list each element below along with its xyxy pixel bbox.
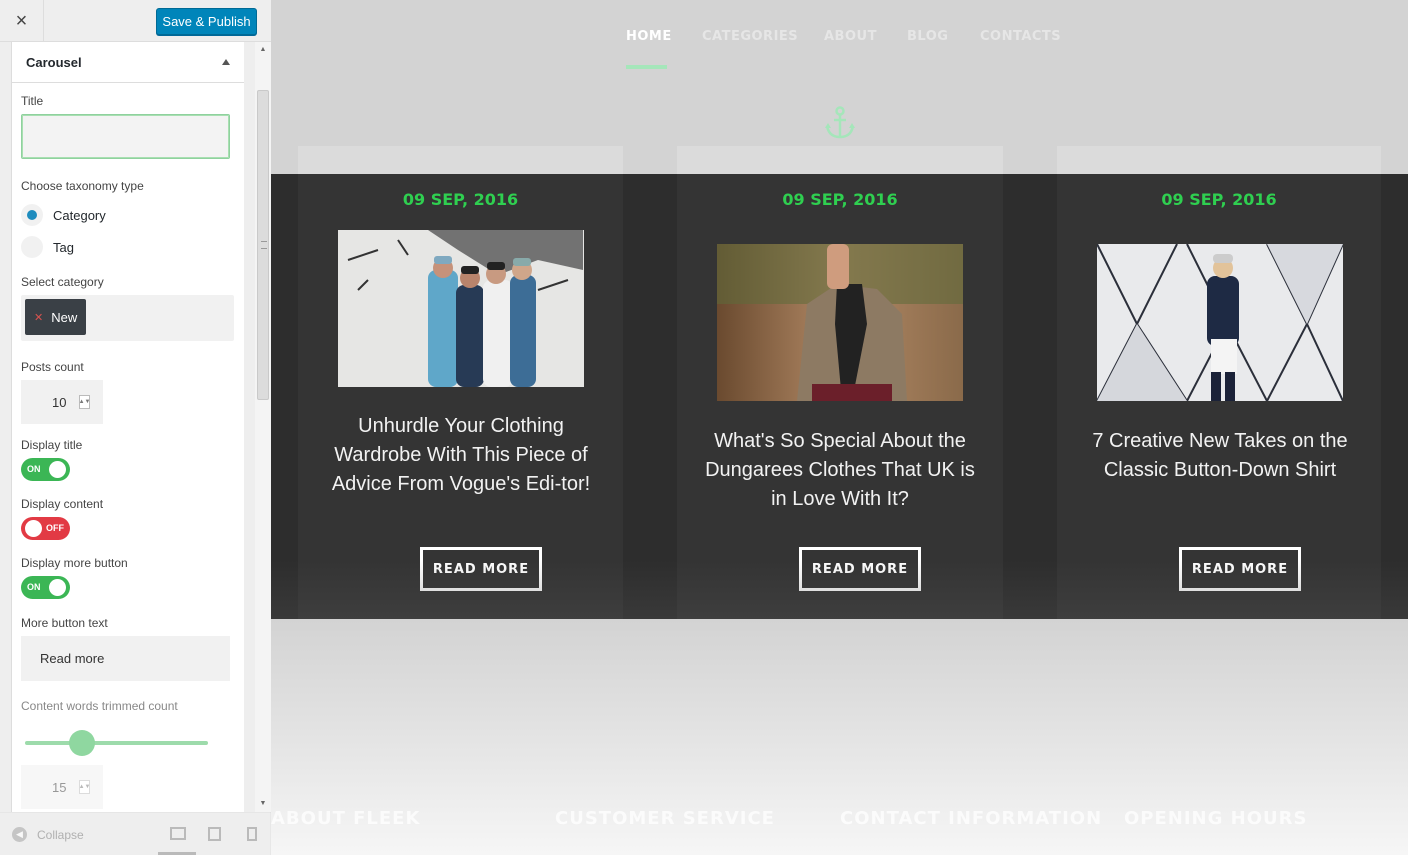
radio-tag-label: Tag — [53, 239, 74, 255]
card-top-shade — [677, 146, 1003, 174]
display-more-toggle[interactable]: ON — [21, 576, 70, 599]
scrollbar-thumb[interactable] — [257, 90, 269, 400]
nav-blog[interactable]: BLOG — [907, 29, 948, 44]
card-top-shade — [298, 146, 623, 174]
display-content-toggle[interactable]: OFF — [21, 517, 70, 540]
post-title[interactable]: What's So Special About the Dungarees Cl… — [699, 427, 981, 514]
footer-heading-hours: OPENING HOURS — [1124, 808, 1308, 829]
title-input[interactable] — [21, 114, 230, 159]
toggle-knob — [49, 461, 66, 478]
posts-count-input[interactable]: 10 ▲▼ — [21, 380, 103, 424]
toggle-knob — [25, 520, 42, 537]
carousel-panel: Carousel Title Choose taxonomy type Cate… — [11, 42, 244, 812]
post-card-3: 09 SEP, 2016 7 Creative New Takes on the… — [1057, 174, 1381, 619]
remove-icon[interactable]: ✕ — [34, 311, 43, 324]
collapse-arrow-icon: ◀ — [12, 827, 27, 842]
toggle-state: ON — [27, 464, 41, 474]
display-more-label: Display more button — [21, 556, 128, 570]
category-chip: ✕ New — [25, 299, 87, 335]
site-preview: HOME CATEGORIES ABOUT BLOG CONTACTS 09 S… — [271, 0, 1408, 855]
nav-home[interactable]: HOME — [626, 29, 672, 44]
footer-heading-customer-service: CUSTOMER SERVICE — [555, 808, 775, 829]
scroll-down-icon[interactable]: ▼ — [255, 798, 271, 810]
tablet-icon[interactable] — [208, 827, 221, 841]
footer-heading-contact: CONTACT INFORMATION — [840, 808, 1103, 829]
nav-about[interactable]: ABOUT — [824, 29, 877, 44]
toggle-knob — [49, 579, 66, 596]
toggle-state: ON — [27, 582, 41, 592]
section-title: Carousel — [26, 54, 82, 70]
band-fade — [271, 560, 1408, 619]
save-publish-button[interactable]: Save & Publish — [156, 8, 257, 35]
radio-button-checked[interactable] — [21, 204, 43, 226]
post-image[interactable] — [717, 244, 963, 401]
collapse-button[interactable]: ◀ Collapse — [12, 827, 84, 842]
posts-count-label: Posts count — [21, 360, 84, 374]
category-chip-label: New — [51, 309, 78, 325]
customizer-footer: ◀ Collapse — [0, 812, 271, 855]
footer-heading-about: ABOUT FLEEK — [271, 808, 421, 829]
post-image[interactable] — [1097, 244, 1343, 401]
post-title[interactable]: Unhurdle Your Clothing Wardrobe With Thi… — [320, 412, 602, 499]
caret-up-icon[interactable] — [222, 59, 230, 65]
anchor-icon — [825, 106, 855, 139]
nav-contacts[interactable]: CONTACTS — [980, 29, 1061, 44]
nav-active-underline — [626, 65, 667, 69]
more-text-input[interactable]: Read more — [21, 636, 230, 681]
scroll-up-icon[interactable]: ▲ — [255, 44, 271, 56]
taxonomy-label: Choose taxonomy type — [21, 179, 144, 193]
spinner-icon[interactable]: ▲▼ — [79, 780, 90, 794]
post-date: 09 SEP, 2016 — [402, 190, 519, 209]
category-select[interactable]: ✕ New — [21, 295, 234, 341]
card-top-shade — [1057, 146, 1381, 174]
panel-scrollbar[interactable]: ▲ ▼ — [255, 42, 271, 812]
display-title-toggle[interactable]: ON — [21, 458, 70, 481]
grip-icon — [261, 241, 267, 249]
collapse-label: Collapse — [37, 827, 84, 842]
category-label: Select category — [21, 275, 104, 289]
post-card-1: 09 SEP, 2016 Unhurdle Your Clothing Ward… — [298, 174, 623, 619]
customizer-sidebar: × Save & Publish Carousel Title Choose t… — [0, 0, 271, 855]
mobile-icon[interactable] — [247, 827, 257, 841]
radio-category[interactable]: Category — [21, 199, 235, 231]
section-header-carousel[interactable]: Carousel — [12, 42, 244, 83]
trim-label: Content words trimmed count — [21, 699, 178, 713]
post-date: 09 SEP, 2016 — [1161, 190, 1277, 209]
toggle-state: OFF — [46, 523, 64, 533]
title-label: Title — [21, 94, 44, 108]
main-nav: HOME CATEGORIES ABOUT BLOG CONTACTS — [271, 0, 1408, 75]
post-date: 09 SEP, 2016 — [782, 190, 898, 209]
trim-count-value: 15 — [52, 779, 67, 795]
radio-button[interactable] — [21, 236, 43, 258]
spinner-icon[interactable]: ▲▼ — [79, 395, 90, 409]
posts-count-value: 10 — [52, 394, 67, 410]
nav-categories[interactable]: CATEGORIES — [702, 29, 798, 44]
desktop-icon[interactable] — [170, 827, 186, 840]
display-title-label: Display title — [21, 438, 83, 452]
post-card-2: 09 SEP, 2016 What's So Special About the… — [677, 174, 1003, 619]
post-image[interactable] — [338, 230, 584, 387]
close-icon[interactable]: × — [0, 0, 44, 42]
trim-count-input[interactable]: 15 ▲▼ — [21, 765, 103, 809]
trim-slider[interactable] — [25, 729, 215, 757]
display-content-label: Display content — [21, 497, 104, 511]
customizer-header: × Save & Publish — [0, 0, 271, 42]
radio-category-label: Category — [53, 207, 106, 223]
radio-tag[interactable]: Tag — [21, 231, 235, 263]
slider-thumb[interactable] — [69, 730, 95, 756]
post-title[interactable]: 7 Creative New Takes on the Classic Butt… — [1079, 427, 1361, 485]
slider-track — [25, 741, 208, 745]
more-text-label: More button text — [21, 616, 108, 630]
